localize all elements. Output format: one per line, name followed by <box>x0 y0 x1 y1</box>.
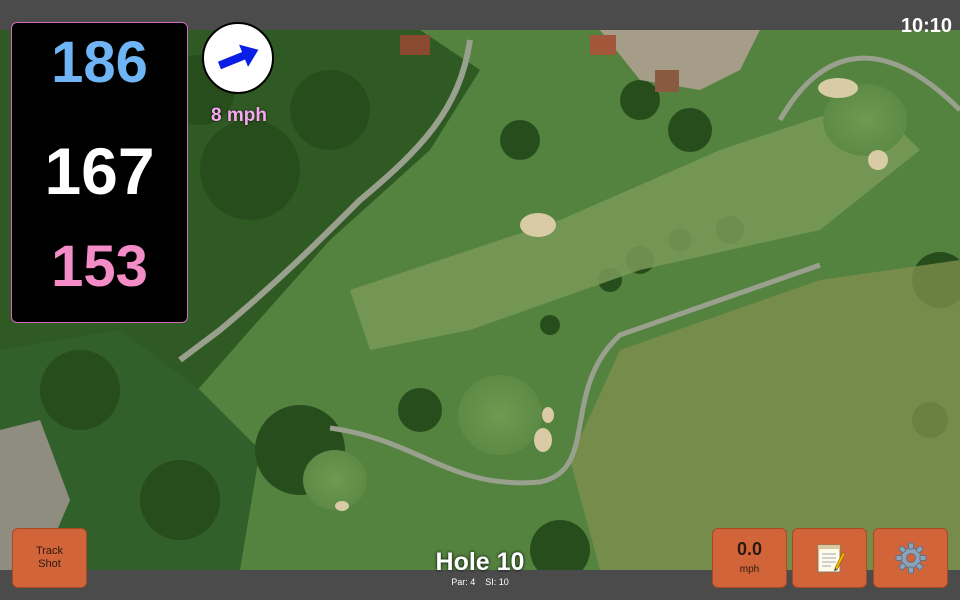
distance-panel: 186 167 153 <box>11 22 188 323</box>
settings-button[interactable] <box>873 528 948 588</box>
speed-button[interactable]: 0.0 mph <box>712 528 787 588</box>
track-shot-label-line1: Track <box>35 545 64 557</box>
hole-info: Par: 4 SI: 10 <box>380 577 580 588</box>
hole-title: Hole 10 <box>435 548 525 576</box>
arrow-icon <box>217 44 259 70</box>
center-distance: 167 <box>44 134 155 208</box>
track-shot-label-line2: Shot <box>38 558 61 570</box>
notepad-icon <box>817 544 845 573</box>
wind-speed-label: 8 mph <box>211 105 267 126</box>
back-distance: 186 <box>51 30 148 95</box>
front-distance: 153 <box>51 234 148 299</box>
wind-indicator <box>202 22 274 94</box>
speed-value: 0.0 <box>736 539 763 559</box>
gear-icon <box>895 542 926 574</box>
track-shot-button[interactable]: Track Shot <box>12 528 87 588</box>
clock: 10:10 <box>900 15 952 37</box>
hole-stroke-index: SI: 10 <box>485 577 509 587</box>
notes-button[interactable] <box>792 528 867 588</box>
speed-unit: mph <box>739 564 760 575</box>
hole-par: Par: 4 <box>451 577 476 587</box>
